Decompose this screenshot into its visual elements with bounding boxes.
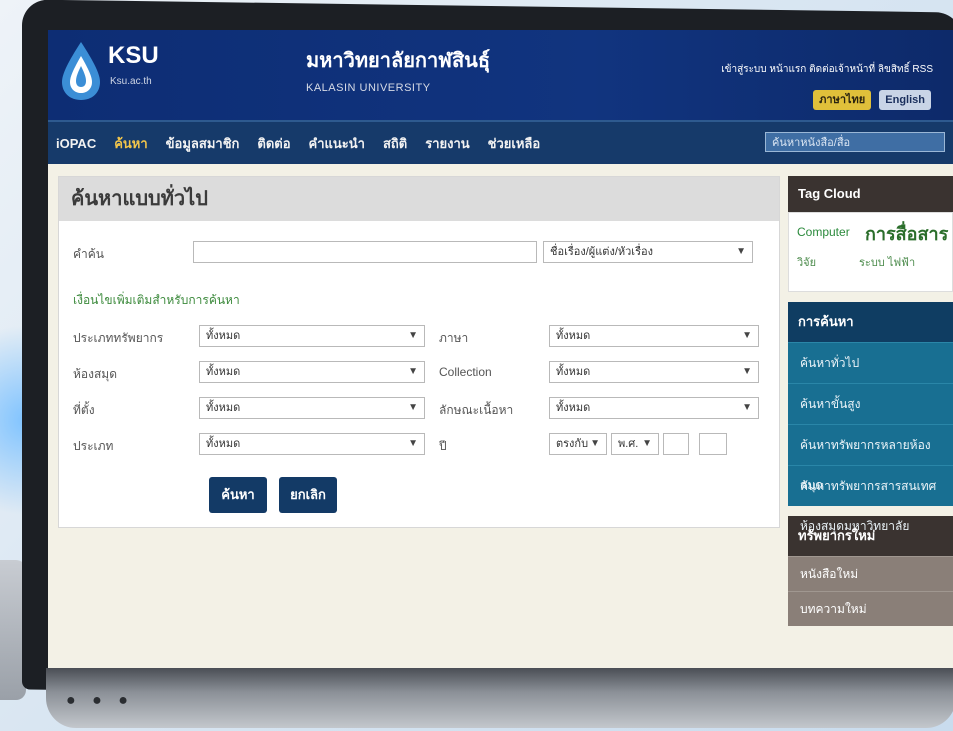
sidebar-item-new-books[interactable]: หนังสือใหม่ [788,556,953,591]
chevron-down-icon: ▼ [408,402,418,413]
header-top-links[interactable]: เข้าสู่ระบบ หน้าแรก ติดต่อเจ้าหน้าที่ ลิ… [721,62,933,77]
filter-label: ประเภททรัพยากร [73,331,164,345]
search-panel: ค้นหาแบบทั่วไป คำค้น ชื่อเรื่อง/ผู้แต่ง/… [58,176,780,528]
filter-label: ห้องสมุด [73,367,118,381]
site-header: KSU Ksu.ac.th มหาวิทยาลัยกาฬสินธุ์ KALAS… [48,30,953,120]
menu-item-help[interactable]: ช่วยเหลือ [488,133,541,154]
filter-label: ที่ตั้ง [73,403,95,417]
year-era-select[interactable]: พ.ศ. ▼ [611,433,659,455]
filter-label: ภาษา [439,331,469,345]
chevron-down-icon: ▼ [408,330,418,341]
ksu-logo-icon [62,42,100,100]
field-select-value: ชื่อเรื่อง/ผู้แต่ง/หัวเรื่อง [550,246,653,258]
main-menu: iOPAC ค้นหา ข้อมูลสมาชิก ติดต่อ คำแนะนำ … [48,120,953,164]
keyboard-dots: ● ● ● [66,692,134,709]
menu-item-report[interactable]: รายงาน [425,133,469,154]
university-name-thai: มหาวิทยาลัยกาฬสินธุ์ [306,50,491,72]
filter-select[interactable]: ทั้งหมด ▼ [199,433,425,455]
filter-select-value: ทั้งหมด [556,330,591,342]
tag-link[interactable]: วิจัย [797,253,816,271]
chevron-down-icon: ▼ [642,438,652,449]
search-button[interactable]: ค้นหา [209,477,267,513]
university-name-english: KALASIN UNIVERSITY [306,82,431,94]
laptop-base: ● ● ● [46,668,953,728]
chevron-down-icon: ▼ [742,366,752,377]
filter-select-value: ทั้งหมด [206,330,241,342]
menu-item-iopac[interactable]: iOPAC [56,136,96,151]
advanced-conditions-label: เงื่อนไขเพิ่มเติมสำหรับการค้นหา [73,293,240,307]
year-label: ปี [439,439,447,453]
keyword-label: คำค้น [73,247,104,261]
search-menu-section: การค้นหา ค้นหาทั่วไป ค้นหาขั้นสูง ค้นหาท… [788,302,953,533]
new-resources-section: ทรัพยากรใหม่ หนังสือใหม่ บทความใหม่ [788,516,953,626]
tag-cloud: Computer การสื่อสาร วิจัย ระบบ ไฟฟ้า [788,212,953,292]
quick-search-input[interactable]: ค้นหาหนังสือ/สื่อ [765,132,945,152]
lang-thai-button[interactable]: ภาษาไทย [813,90,872,110]
sidebar-item-new-articles[interactable]: บทความใหม่ [788,591,953,626]
sidebar-item-multi-library-search[interactable]: ค้นหาทรัพยากรหลายห้องสมุด [788,424,953,492]
year-operator-value: ตรงกับ [556,438,589,450]
chevron-down-icon: ▼ [408,366,418,377]
filter-select[interactable]: ทั้งหมด ▼ [549,361,759,383]
right-sidebar: Tag Cloud Computer การสื่อสาร วิจัย ระบบ… [788,176,953,668]
menu-item-contact[interactable]: ติดต่อ [257,133,290,154]
year-operator-select[interactable]: ตรงกับ ▼ [549,433,607,455]
filter-select-value: ทั้งหมด [206,402,241,414]
filter-select[interactable]: ทั้งหมด ▼ [199,361,425,383]
tag-link[interactable]: Computer [797,225,850,239]
field-select[interactable]: ชื่อเรื่อง/ผู้แต่ง/หัวเรื่อง ▼ [543,241,753,263]
filter-label: Collection [439,365,492,379]
filter-select-value: ทั้งหมด [206,438,241,450]
tag-link[interactable]: ระบบ ไฟฟ้า [859,253,915,271]
logo-title: KSU [108,42,159,69]
filter-select-value: ทั้งหมด [206,366,241,378]
tag-cloud-title: Tag Cloud [788,176,953,212]
page-title: ค้นหาแบบทั่วไป [59,177,779,221]
filter-select[interactable]: ทั้งหมด ▼ [549,325,759,347]
clear-button[interactable]: ยกเลิก [279,477,337,513]
sidebar-item-general-search[interactable]: ค้นหาทั่วไป [788,342,953,383]
chevron-down-icon: ▼ [736,246,746,257]
chevron-down-icon: ▼ [408,438,418,449]
filter-select-value: ทั้งหมด [556,402,591,414]
year-era-value: พ.ศ. [618,438,639,450]
year-from-input[interactable] [663,433,689,455]
filter-label: ประเภท [73,439,114,453]
menu-item-member[interactable]: ข้อมูลสมาชิก [166,133,240,154]
new-resources-title: ทรัพยากรใหม่ [788,516,953,556]
filter-select[interactable]: ทั้งหมด ▼ [199,397,425,419]
language-switcher: ภาษาไทย English [813,90,931,110]
filter-label: ลักษณะเนื้อหา [439,403,514,417]
chevron-down-icon: ▼ [590,438,600,449]
filter-select[interactable]: ทั้งหมด ▼ [549,397,759,419]
chevron-down-icon: ▼ [742,330,752,341]
menu-item-search[interactable]: ค้นหา [114,133,147,154]
year-to-input[interactable] [699,433,727,455]
filter-select[interactable]: ทั้งหมด ▼ [199,325,425,347]
logo-subtitle: Ksu.ac.th [110,76,152,87]
menu-item-guide[interactable]: คำแนะนำ [309,133,365,154]
search-menu-title: การค้นหา [788,302,953,342]
keyword-input[interactable] [193,241,537,263]
tag-link[interactable]: การสื่อสาร [865,219,948,248]
sidebar-item-university-library-search[interactable]: ค้นหาทรัพยากรสารสนเทศห้องสมุดมหาวิทยาลัย [788,465,953,533]
sidebar-item-advanced-search[interactable]: ค้นหาขั้นสูง [788,383,953,424]
laptop-screen: KSU Ksu.ac.th มหาวิทยาลัยกาฬสินธุ์ KALAS… [48,30,953,668]
lang-english-button[interactable]: English [879,90,931,110]
filter-select-value: ทั้งหมด [556,366,591,378]
chevron-down-icon: ▼ [742,402,752,413]
menu-item-stats[interactable]: สถิติ [383,133,407,154]
